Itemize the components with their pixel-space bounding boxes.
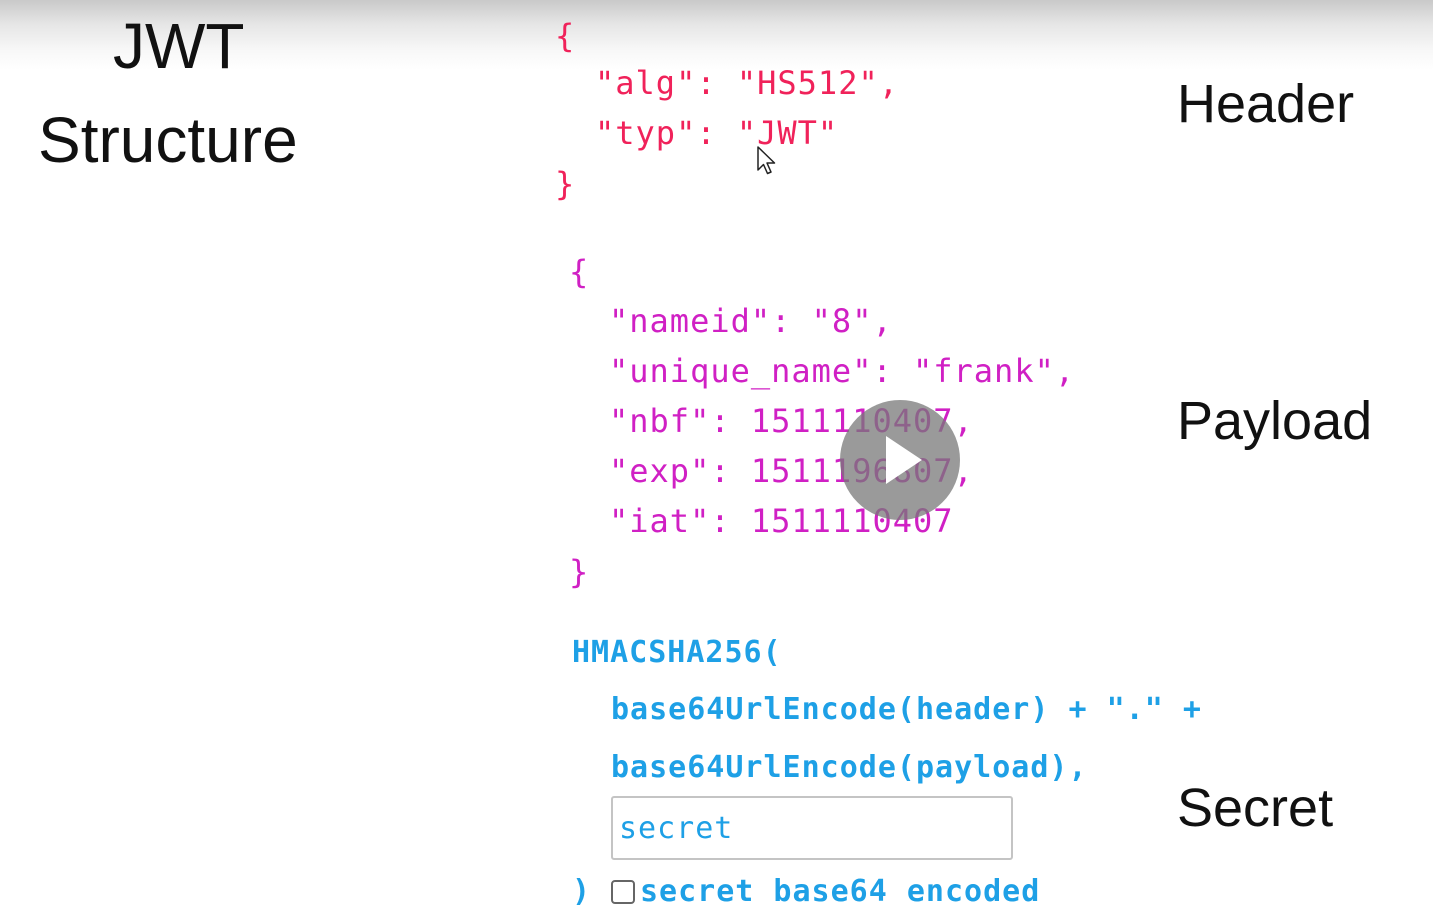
header-json-line: {: [555, 17, 576, 55]
secret-input[interactable]: [611, 796, 1013, 860]
slide-title-line1: JWT: [113, 10, 245, 82]
play-icon: [886, 436, 922, 484]
secret-base64-label[interactable]: secret base64 encoded: [640, 872, 1040, 912]
secret-label: Secret: [1177, 778, 1334, 838]
signature-line-payload: base64UrlEncode(payload),: [611, 750, 1088, 785]
payload-json-line: }: [569, 553, 590, 591]
signature-close: ): [572, 874, 592, 909]
payload-json-line: "unique_name": "frank",: [609, 352, 1076, 390]
payload-json-line: "nameid": "8",: [609, 302, 893, 340]
signature-line-header: base64UrlEncode(header) + "." +: [611, 692, 1202, 727]
payload-label: Payload: [1177, 391, 1373, 451]
header-json-line: }: [555, 165, 576, 203]
slide-title-line2: Structure: [38, 104, 298, 176]
secret-base64-checkbox[interactable]: [611, 880, 635, 904]
header-json-line: "typ": "JWT": [595, 114, 839, 152]
play-button[interactable]: [840, 400, 960, 520]
payload-json-line: {: [569, 253, 590, 291]
header-label: Header: [1177, 74, 1355, 134]
header-json-line: "alg": "HS512",: [595, 64, 899, 102]
mouse-cursor-icon: [757, 146, 776, 175]
signature-open: HMACSHA256(: [572, 635, 782, 670]
